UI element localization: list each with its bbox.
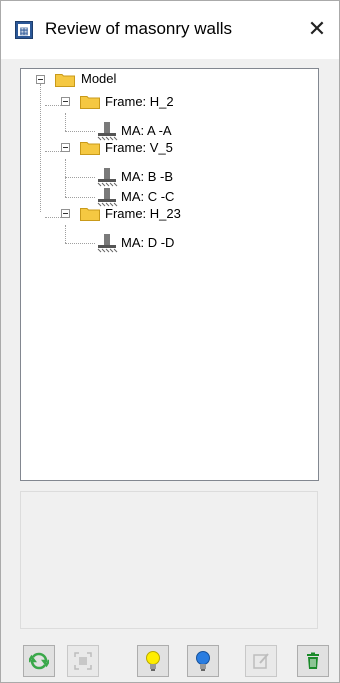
tree-connector [65, 225, 66, 243]
trash-icon [307, 652, 319, 669]
tree-connector [40, 84, 41, 212]
folder-icon [55, 74, 75, 87]
highlight-blue-button[interactable] [187, 645, 219, 677]
masonry-review-window: ▦ Review of masonry walls ✕ Model Frame:… [0, 0, 340, 683]
masonry-wall-icon [97, 122, 118, 141]
refresh-icon [29, 652, 49, 670]
window-title: Review of masonry walls [45, 19, 233, 38]
zoom-to-button[interactable] [67, 645, 99, 677]
edit-button[interactable] [245, 645, 277, 677]
title-bar[interactable]: ▦ Review of masonry walls ✕ [1, 1, 339, 59]
delete-button[interactable] [297, 645, 329, 677]
tree-connector [65, 197, 95, 198]
tree-node-label: Frame: H_23 [105, 206, 181, 221]
blue-bulb-icon [196, 651, 210, 671]
tree-node-label: MA: D -D [121, 235, 175, 250]
folder-icon [80, 208, 100, 221]
tree-connector [65, 243, 95, 244]
tree-connector [65, 177, 95, 178]
app-icon: ▦ [15, 21, 33, 39]
edit-icon [253, 653, 269, 669]
close-icon: ✕ [307, 16, 327, 41]
collapse-icon[interactable] [61, 143, 70, 152]
masonry-wall-icon [97, 234, 118, 253]
masonry-wall-icon [97, 168, 118, 187]
tree-connector [45, 105, 61, 106]
tree-connector [65, 113, 66, 131]
collapse-icon[interactable] [61, 209, 70, 218]
tree-connector [45, 151, 61, 152]
tree-node-label: MA: C -C [121, 189, 175, 204]
highlight-yellow-button[interactable] [137, 645, 169, 677]
tree-node-label: MA: B -B [121, 169, 174, 184]
refresh-button[interactable] [23, 645, 55, 677]
tree-connector [65, 131, 95, 132]
tree-node-label: Frame: H_2 [105, 94, 174, 109]
yellow-bulb-icon [146, 651, 160, 671]
collapse-icon[interactable] [36, 75, 45, 84]
tree-node-label: Model [81, 71, 117, 86]
folder-icon [80, 142, 100, 155]
collapse-icon[interactable] [61, 97, 70, 106]
masonry-wall-icon [97, 188, 118, 207]
folder-icon [80, 96, 100, 109]
svg-text:▦: ▦ [19, 26, 28, 37]
details-panel [20, 491, 318, 629]
tree-node-label: Frame: V_5 [105, 140, 173, 155]
tree-connector [45, 217, 61, 218]
tree-node-label: MA: A -A [121, 123, 172, 138]
tree-connector [65, 159, 66, 197]
bottom-toolbar [1, 637, 339, 679]
close-button[interactable]: ✕ [303, 15, 331, 43]
zoom-target-icon [74, 652, 92, 670]
walls-tree[interactable]: Model Frame: H_2 MA: A -A Frame: V_5 MA:… [20, 68, 319, 481]
